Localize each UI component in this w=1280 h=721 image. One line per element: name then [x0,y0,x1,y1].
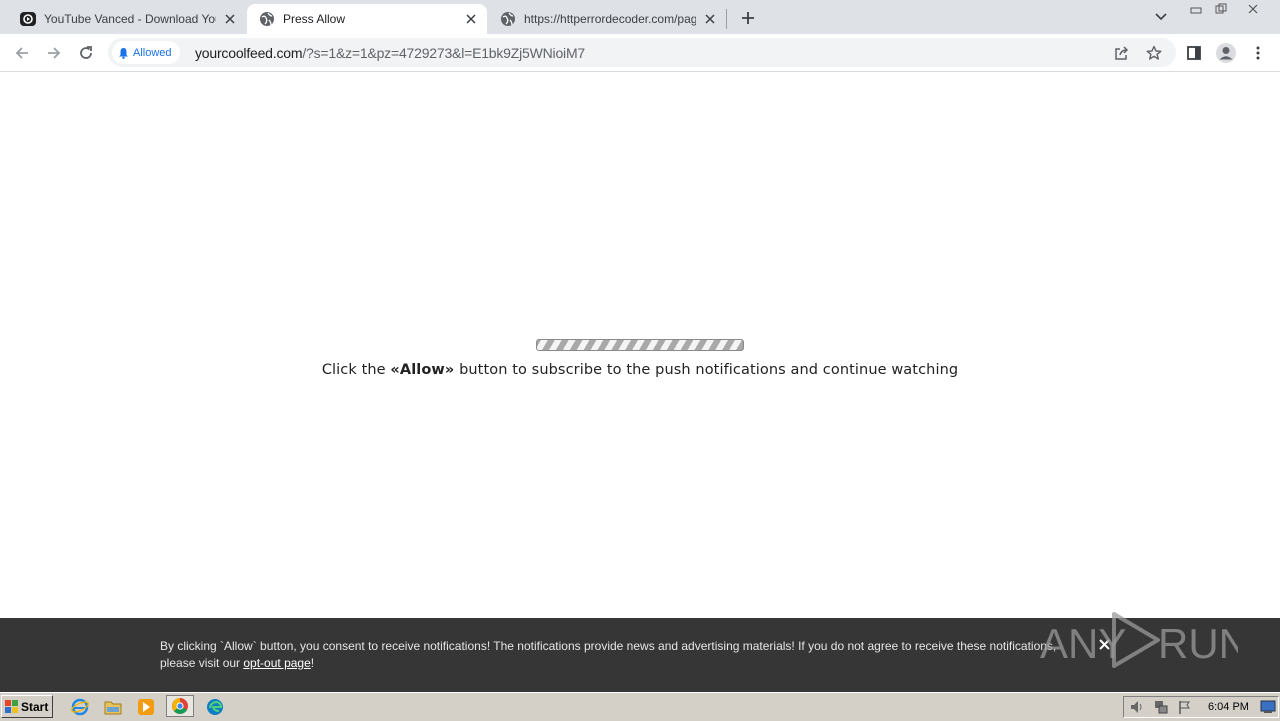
restore-button[interactable] [1208,0,1234,18]
more-vert-icon [1256,46,1260,60]
opt-out-link[interactable]: opt-out page [243,656,310,670]
tab-separator [726,9,727,29]
chevron-down-icon [1155,13,1167,21]
notification-permission-chip[interactable]: Allowed [112,41,180,64]
tab-title: Press Allow [283,12,346,26]
tab-title: https://httperrordecoder.com/page/ [524,12,696,26]
volume-icon[interactable] [1127,697,1147,717]
windows-logo-icon [5,699,18,713]
network-icon[interactable] [1151,697,1171,717]
bell-icon [119,47,128,59]
share-button[interactable] [1111,42,1133,64]
forward-button[interactable] [40,39,68,67]
consent-suffix: ! [310,656,315,670]
minimize-button[interactable] [1183,0,1209,18]
bookmark-star-button[interactable] [1143,42,1165,64]
file-explorer-icon[interactable] [103,697,123,717]
edge-icon[interactable] [205,697,225,717]
back-button[interactable] [8,39,36,67]
close-tab-icon[interactable] [702,11,718,27]
close-icon [1248,4,1258,14]
menu-button[interactable] [1244,39,1272,67]
tab-title: YouTube Vanced - Download YouTube [44,12,216,26]
tab-search-button[interactable] [1150,6,1172,28]
tab-youtube-vanced[interactable]: YouTube Vanced - Download YouTube [8,4,246,34]
watermark-right-text: RUN [1158,620,1238,667]
tab-press-allow[interactable]: Press Allow [247,4,487,34]
reload-icon [80,46,92,59]
tab-strip: YouTube Vanced - Download YouTube Press … [0,0,1280,34]
message-prefix: Click the [321,362,391,378]
youtube-icon [20,11,36,27]
loading-progress-bar [536,339,744,351]
plus-icon [742,12,754,24]
url-path: /?s=1&z=1&pz=4729273&l=E1bk9Zj5WNioiM7 [302,45,586,61]
start-button[interactable]: Start [1,695,53,718]
close-tab-icon[interactable] [222,11,238,27]
avatar-icon [1216,43,1236,63]
tab-httperrordecoder[interactable]: https://httperrordecoder.com/page/ [488,4,726,34]
reload-button[interactable] [72,39,100,67]
arrow-left-icon [15,47,28,59]
allow-instruction-text: Click the «Allow» button to subscribe to… [0,362,1280,378]
address-bar[interactable]: Allowed yourcoolfeed.com/?s=1&z=1&pz=472… [108,38,1176,67]
globe-icon [500,11,516,27]
consent-text: By clicking `Allow` button, you consent … [160,638,1080,672]
windows-taskbar: Start 6:04 PM [0,692,1280,721]
globe-icon [259,11,275,27]
permission-chip-label: Allowed [133,46,172,59]
chrome-icon [172,698,188,714]
browser-toolbar: Allowed yourcoolfeed.com/?s=1&z=1&pz=472… [0,34,1280,72]
anyrun-watermark: ANY RUN [1038,608,1249,672]
minimize-icon [1190,7,1202,14]
media-player-icon[interactable] [136,697,156,717]
restore-icon [1215,3,1227,14]
chrome-taskbar-button[interactable] [166,695,194,717]
start-label: Start [21,699,49,714]
message-suffix: button to subscribe to the push notifica… [454,362,959,378]
new-tab-button[interactable] [737,7,759,29]
close-window-button[interactable] [1240,0,1266,18]
close-tab-icon[interactable] [463,11,479,27]
message-allow-word: «Allow» [390,362,455,378]
side-panel-icon [1187,46,1201,60]
action-center-flag-icon[interactable] [1175,697,1195,717]
internet-explorer-icon[interactable] [70,697,90,717]
star-icon [1146,45,1162,60]
profile-button[interactable] [1212,39,1240,67]
share-icon [1115,46,1129,60]
show-desktop-icon[interactable] [1258,697,1278,717]
url-host: yourcoolfeed.com [195,45,303,61]
url-text[interactable]: yourcoolfeed.com/?s=1&z=1&pz=4729273&l=E… [195,45,585,61]
side-panel-button[interactable] [1180,39,1208,67]
arrow-right-icon [48,47,61,59]
taskbar-clock[interactable]: 6:04 PM [1208,701,1249,713]
